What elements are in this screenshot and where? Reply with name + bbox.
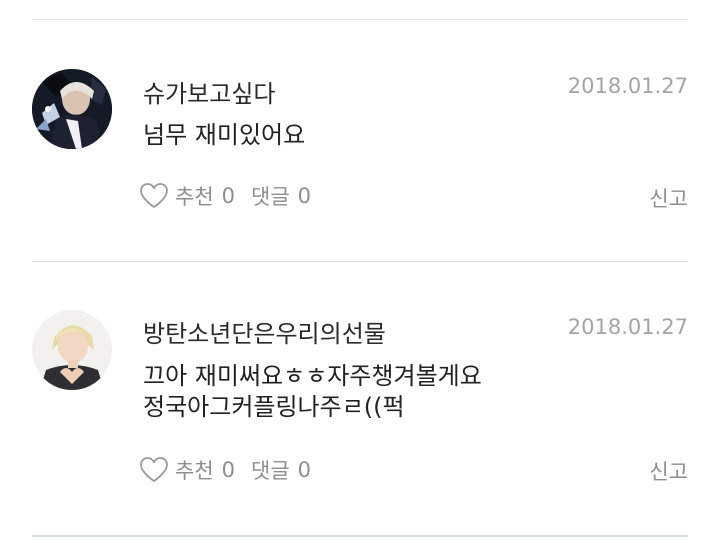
comment-author[interactable]: 슈가보고싶다 [143, 74, 275, 109]
comment-date: 2018.01.27 [567, 74, 688, 98]
divider-bottom [32, 535, 688, 537]
avatar[interactable] [32, 69, 112, 149]
like-count: 0 [221, 184, 236, 208]
reply-button[interactable]: 댓글 [251, 455, 290, 485]
report-button[interactable]: 신고 [649, 183, 688, 213]
comment-author[interactable]: 방탄소년단은우리의선물 [143, 314, 386, 349]
reply-count: 0 [297, 184, 312, 208]
user-avatar-photo-icon [32, 69, 112, 149]
divider-middle [32, 261, 688, 262]
comment-date: 2018.01.27 [567, 315, 688, 339]
like-label[interactable]: 추천 [175, 181, 214, 211]
comment-body-line: 정국아그커플링나주ㄹ((퍽 [143, 393, 405, 421]
comment-actions: 추천 0 댓글 0 [139, 454, 311, 486]
like-button[interactable] [139, 456, 169, 484]
like-count: 0 [221, 458, 236, 482]
heart-icon [140, 183, 168, 208]
divider-top [32, 19, 688, 20]
reply-button[interactable]: 댓글 [251, 181, 290, 211]
comment-body-line: 넘무 재미있어요 [143, 121, 306, 149]
reply-count: 0 [297, 458, 312, 482]
heart-icon [140, 457, 168, 482]
avatar[interactable] [32, 310, 112, 390]
like-label[interactable]: 추천 [175, 455, 214, 485]
comment-body: 끄아 재미써요ㅎㅎ자주챙겨볼게요 정국아그커플링나주ㄹ((퍽 [143, 361, 482, 423]
like-button[interactable] [139, 182, 169, 210]
comment-body: 넘무 재미있어요 [143, 120, 305, 151]
comment-body-line: 끄아 재미써요ㅎㅎ자주챙겨볼게요 [143, 362, 482, 390]
report-button[interactable]: 신고 [649, 456, 688, 486]
comment-actions: 추천 0 댓글 0 [139, 180, 311, 212]
user-avatar-photo-icon [32, 310, 112, 390]
